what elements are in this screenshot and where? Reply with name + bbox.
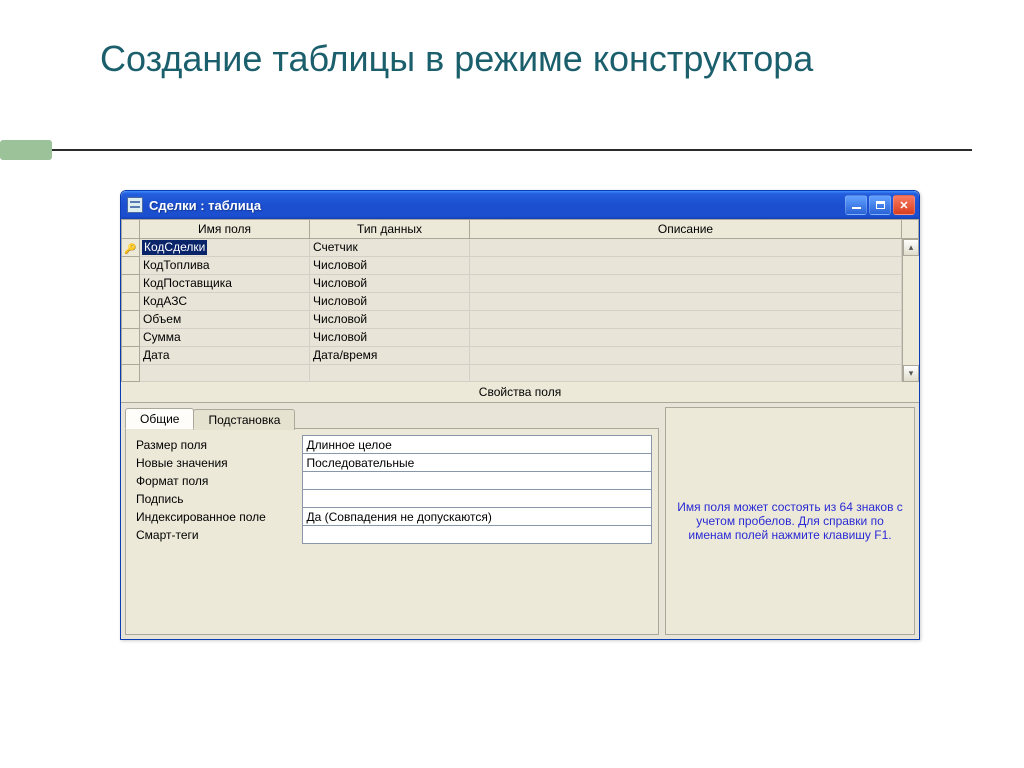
property-value[interactable] bbox=[302, 472, 652, 490]
primary-key-icon: 🔑 bbox=[124, 242, 136, 257]
table-row[interactable]: СуммаЧисловой bbox=[122, 329, 919, 347]
field-name-cell[interactable]: Дата bbox=[140, 347, 310, 365]
col-header-type[interactable]: Тип данных bbox=[310, 220, 470, 239]
field-name-cell[interactable]: КодТоплива bbox=[140, 257, 310, 275]
field-properties-header: Свойства поля bbox=[121, 382, 919, 403]
field-type-cell[interactable]: Числовой bbox=[310, 275, 470, 293]
field-desc-cell[interactable] bbox=[470, 275, 902, 293]
maximize-button[interactable] bbox=[869, 195, 891, 215]
fields-grid[interactable]: Имя поля Тип данных Описание 🔑КодСделкиС… bbox=[121, 219, 919, 382]
table-row[interactable] bbox=[122, 365, 919, 382]
field-type-cell[interactable]: Числовой bbox=[310, 257, 470, 275]
title-divider bbox=[52, 149, 972, 151]
field-type-cell[interactable]: Счетчик bbox=[310, 239, 470, 257]
field-desc-cell[interactable] bbox=[470, 293, 902, 311]
property-label: Формат поля bbox=[132, 472, 302, 490]
property-label: Смарт-теги bbox=[132, 526, 302, 544]
property-row: Размер поляДлинное целое bbox=[132, 436, 652, 454]
row-selector[interactable] bbox=[122, 257, 140, 275]
row-selector[interactable] bbox=[122, 347, 140, 365]
minimize-button[interactable] bbox=[845, 195, 867, 215]
property-row: Смарт-теги bbox=[132, 526, 652, 544]
field-name-cell[interactable]: Сумма bbox=[140, 329, 310, 347]
field-name-cell[interactable]: КодСделки bbox=[140, 239, 310, 257]
help-text: Имя поля может состоять из 64 знаков с у… bbox=[665, 407, 915, 635]
table-icon bbox=[127, 197, 143, 213]
title-bar[interactable]: Сделки : таблица ✕ bbox=[121, 191, 919, 219]
table-row[interactable]: ДатаДата/время bbox=[122, 347, 919, 365]
scroll-gutter bbox=[902, 220, 919, 239]
property-value[interactable] bbox=[302, 526, 652, 544]
table-row[interactable]: ОбъемЧисловой bbox=[122, 311, 919, 329]
row-selector[interactable] bbox=[122, 293, 140, 311]
window-title: Сделки : таблица bbox=[149, 198, 845, 213]
scroll-up-button[interactable]: ▴ bbox=[903, 239, 919, 256]
property-label: Подпись bbox=[132, 490, 302, 508]
col-header-desc[interactable]: Описание bbox=[470, 220, 902, 239]
field-name-cell[interactable] bbox=[140, 365, 310, 382]
row-selector[interactable] bbox=[122, 365, 140, 382]
table-row[interactable]: 🔑 КодСделкиСчетчик bbox=[122, 239, 919, 257]
accent-bullet bbox=[0, 140, 52, 160]
field-desc-cell[interactable] bbox=[470, 347, 902, 365]
field-name-cell[interactable]: КодПоставщика bbox=[140, 275, 310, 293]
tab-lookup[interactable]: Подстановка bbox=[193, 409, 295, 430]
field-desc-cell[interactable] bbox=[470, 329, 902, 347]
scroll-down-button[interactable]: ▾ bbox=[903, 365, 919, 382]
property-label: Индексированное поле bbox=[132, 508, 302, 526]
row-selector[interactable] bbox=[122, 329, 140, 347]
property-row: Подпись bbox=[132, 490, 652, 508]
tab-general[interactable]: Общие bbox=[125, 408, 194, 429]
property-label: Новые значения bbox=[132, 454, 302, 472]
row-selector[interactable] bbox=[122, 311, 140, 329]
col-header-name[interactable]: Имя поля bbox=[140, 220, 310, 239]
field-name-cell[interactable]: КодАЗС bbox=[140, 293, 310, 311]
table-row[interactable]: КодПоставщикаЧисловой bbox=[122, 275, 919, 293]
property-value[interactable]: Да (Совпадения не допускаются) bbox=[302, 508, 652, 526]
field-name-cell[interactable]: Объем bbox=[140, 311, 310, 329]
property-row: Индексированное полеДа (Совпадения не до… bbox=[132, 508, 652, 526]
row-selector-header[interactable] bbox=[122, 220, 140, 239]
property-value[interactable]: Длинное целое bbox=[302, 436, 652, 454]
field-desc-cell[interactable] bbox=[470, 257, 902, 275]
slide-title: Создание таблицы в режиме конструктора bbox=[100, 36, 813, 81]
access-designer-window: Сделки : таблица ✕ Имя поля Тип данных О… bbox=[120, 190, 920, 640]
row-selector[interactable] bbox=[122, 275, 140, 293]
property-label: Размер поля bbox=[132, 436, 302, 454]
property-row: Новые значенияПоследовательные bbox=[132, 454, 652, 472]
field-type-cell[interactable]: Числовой bbox=[310, 329, 470, 347]
field-type-cell[interactable] bbox=[310, 365, 470, 382]
fields-grid-area: Имя поля Тип данных Описание 🔑КодСделкиС… bbox=[121, 219, 919, 382]
table-row[interactable]: КодТопливаЧисловой bbox=[122, 257, 919, 275]
property-value[interactable] bbox=[302, 490, 652, 508]
property-row: Формат поля bbox=[132, 472, 652, 490]
field-properties-pane: Общие Подстановка Размер поляДлинное цел… bbox=[121, 403, 919, 639]
row-selector[interactable]: 🔑 bbox=[122, 239, 140, 257]
field-desc-cell[interactable] bbox=[470, 239, 902, 257]
table-row[interactable]: КодАЗСЧисловой bbox=[122, 293, 919, 311]
field-type-cell[interactable]: Дата/время bbox=[310, 347, 470, 365]
close-button[interactable]: ✕ bbox=[893, 195, 915, 215]
vertical-scrollbar[interactable]: ▴ ▾ bbox=[902, 239, 919, 382]
property-value[interactable]: Последовательные bbox=[302, 454, 652, 472]
properties-panel: Размер поляДлинное целоеНовые значенияПо… bbox=[125, 428, 659, 635]
field-type-cell[interactable]: Числовой bbox=[310, 311, 470, 329]
field-desc-cell[interactable] bbox=[470, 311, 902, 329]
field-type-cell[interactable]: Числовой bbox=[310, 293, 470, 311]
field-desc-cell[interactable] bbox=[470, 365, 902, 382]
